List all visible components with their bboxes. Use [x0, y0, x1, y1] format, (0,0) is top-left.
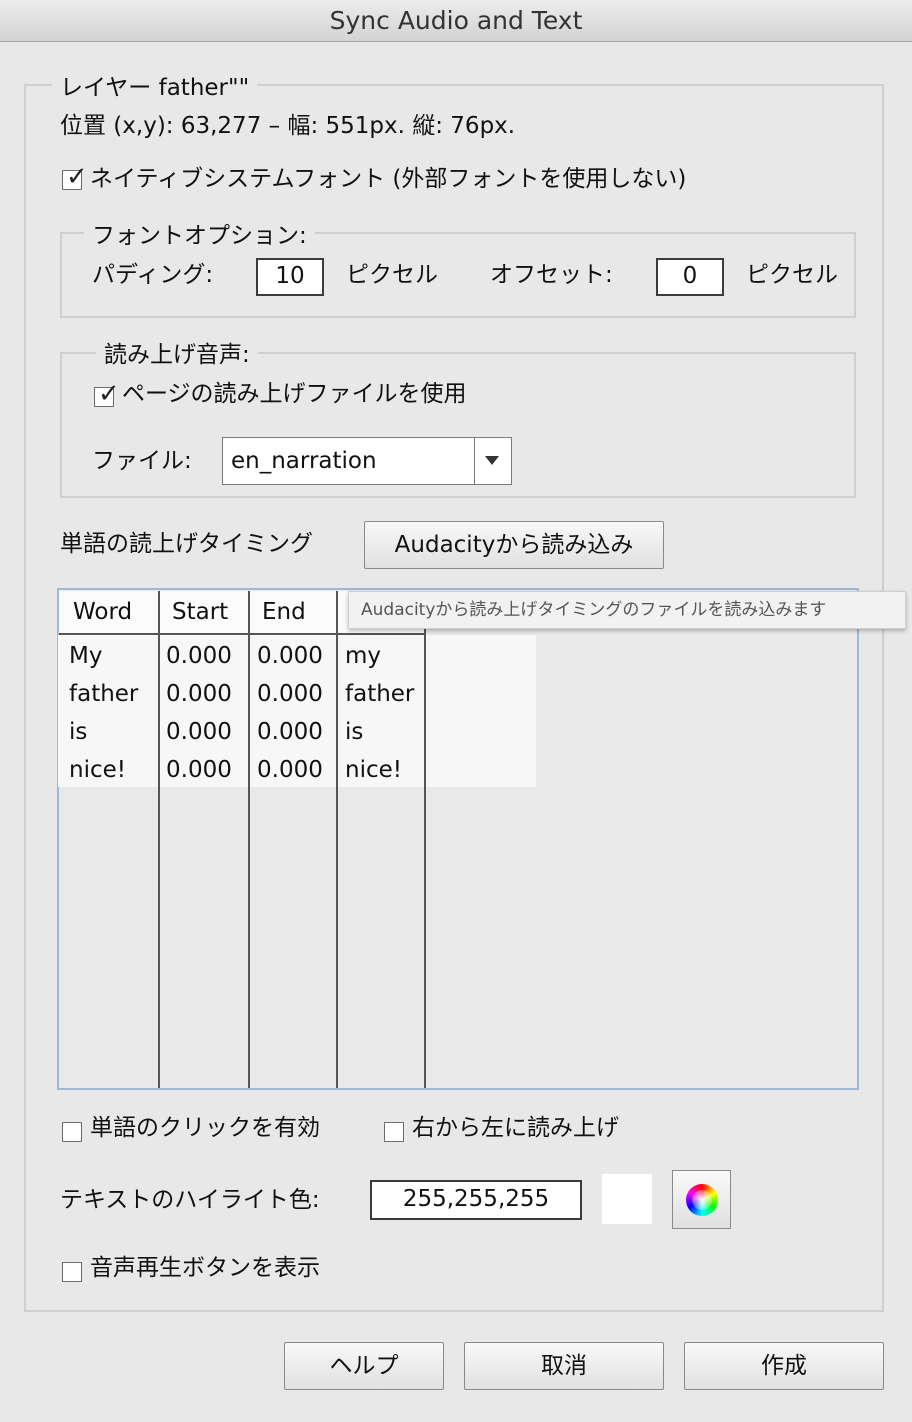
timing-label: 単語の読上げタイミング: [60, 531, 313, 557]
table-cell-text[interactable]: father: [345, 679, 414, 709]
import-audacity-button[interactable]: Audacityから読み込み: [364, 521, 664, 569]
native-font-checkbox[interactable]: ✓: [62, 163, 88, 191]
table-cell-start[interactable]: 0.000: [166, 755, 232, 785]
enable-word-click-checkbox[interactable]: [62, 1122, 82, 1142]
column-divider: [424, 591, 426, 1088]
padding-input[interactable]: 10: [256, 258, 324, 296]
table-cell-end[interactable]: 0.000: [257, 679, 323, 709]
column-header-word[interactable]: Word: [73, 597, 132, 627]
cancel-button[interactable]: 取消: [464, 1342, 664, 1390]
right-to-left-checkbox[interactable]: [384, 1122, 404, 1142]
table-cell-end[interactable]: 0.000: [257, 755, 323, 785]
color-picker-button[interactable]: [672, 1170, 731, 1229]
dropdown-arrow[interactable]: [474, 438, 511, 484]
column-divider: [336, 591, 338, 1088]
file-select-value: en_narration: [231, 448, 377, 474]
file-label: ファイル:: [92, 448, 192, 474]
table-cell-start[interactable]: 0.000: [166, 641, 232, 671]
show-play-button-label: 音声再生ボタンを表示: [90, 1255, 320, 1281]
offset-label: オフセット:: [490, 262, 613, 288]
highlight-color-label: テキストのハイライト色:: [60, 1187, 320, 1213]
use-page-narration-checkbox[interactable]: ✓: [94, 380, 120, 408]
font-options-legend: フォントオプション:: [84, 222, 315, 250]
chevron-down-icon: [485, 456, 499, 465]
checkmark-icon: ✓: [98, 379, 120, 409]
table-cell-word[interactable]: My: [69, 641, 102, 671]
table-cell-text[interactable]: nice!: [345, 755, 402, 785]
padding-unit: ピクセル: [346, 262, 438, 288]
column-divider: [248, 591, 250, 1088]
right-to-left-label: 右から左に読み上げ: [412, 1115, 619, 1141]
window-title: Sync Audio and Text: [0, 0, 912, 42]
color-wheel-icon: [686, 1184, 718, 1216]
column-header-end[interactable]: End: [262, 597, 306, 627]
native-font-label: ネイティブシステムフォント (外部フォントを使用しない): [90, 166, 687, 192]
table-cell-start[interactable]: 0.000: [166, 679, 232, 709]
offset-input[interactable]: 0: [656, 258, 724, 296]
table-cell-text[interactable]: is: [345, 717, 363, 747]
position-info: 位置 (x,y): 63,277 – 幅: 551px. 縦: 76px.: [60, 113, 516, 139]
highlight-color-swatch: [602, 1174, 652, 1224]
table-cell-word[interactable]: is: [69, 717, 87, 747]
layer-legend: レイヤー father"": [52, 74, 258, 102]
table-cell-word[interactable]: father: [69, 679, 138, 709]
header-divider: [59, 633, 425, 635]
help-button[interactable]: ヘルプ: [284, 1342, 444, 1390]
highlight-color-input[interactable]: 255,255,255: [370, 1180, 582, 1220]
create-button[interactable]: 作成: [684, 1342, 884, 1390]
show-play-button-checkbox[interactable]: [62, 1262, 82, 1282]
table-cell-start[interactable]: 0.000: [166, 717, 232, 747]
column-divider: [158, 591, 160, 1088]
enable-word-click-label: 単語のクリックを有効: [90, 1115, 320, 1141]
table-cell-end[interactable]: 0.000: [257, 717, 323, 747]
file-select[interactable]: en_narration: [222, 437, 512, 485]
table-cell-word[interactable]: nice!: [69, 755, 126, 785]
import-tooltip: Audacityから読み上げタイミングのファイルを読み込みます: [348, 591, 906, 629]
checkmark-icon: ✓: [66, 162, 88, 192]
use-page-narration-label: ページの読み上げファイルを使用: [122, 381, 467, 407]
padding-label: パディング:: [92, 262, 214, 288]
offset-unit: ピクセル: [746, 262, 838, 288]
table-cell-text[interactable]: my: [345, 641, 381, 671]
table-cell-end[interactable]: 0.000: [257, 641, 323, 671]
column-header-start[interactable]: Start: [172, 597, 228, 627]
narration-legend: 読み上げ音声:: [96, 341, 258, 369]
